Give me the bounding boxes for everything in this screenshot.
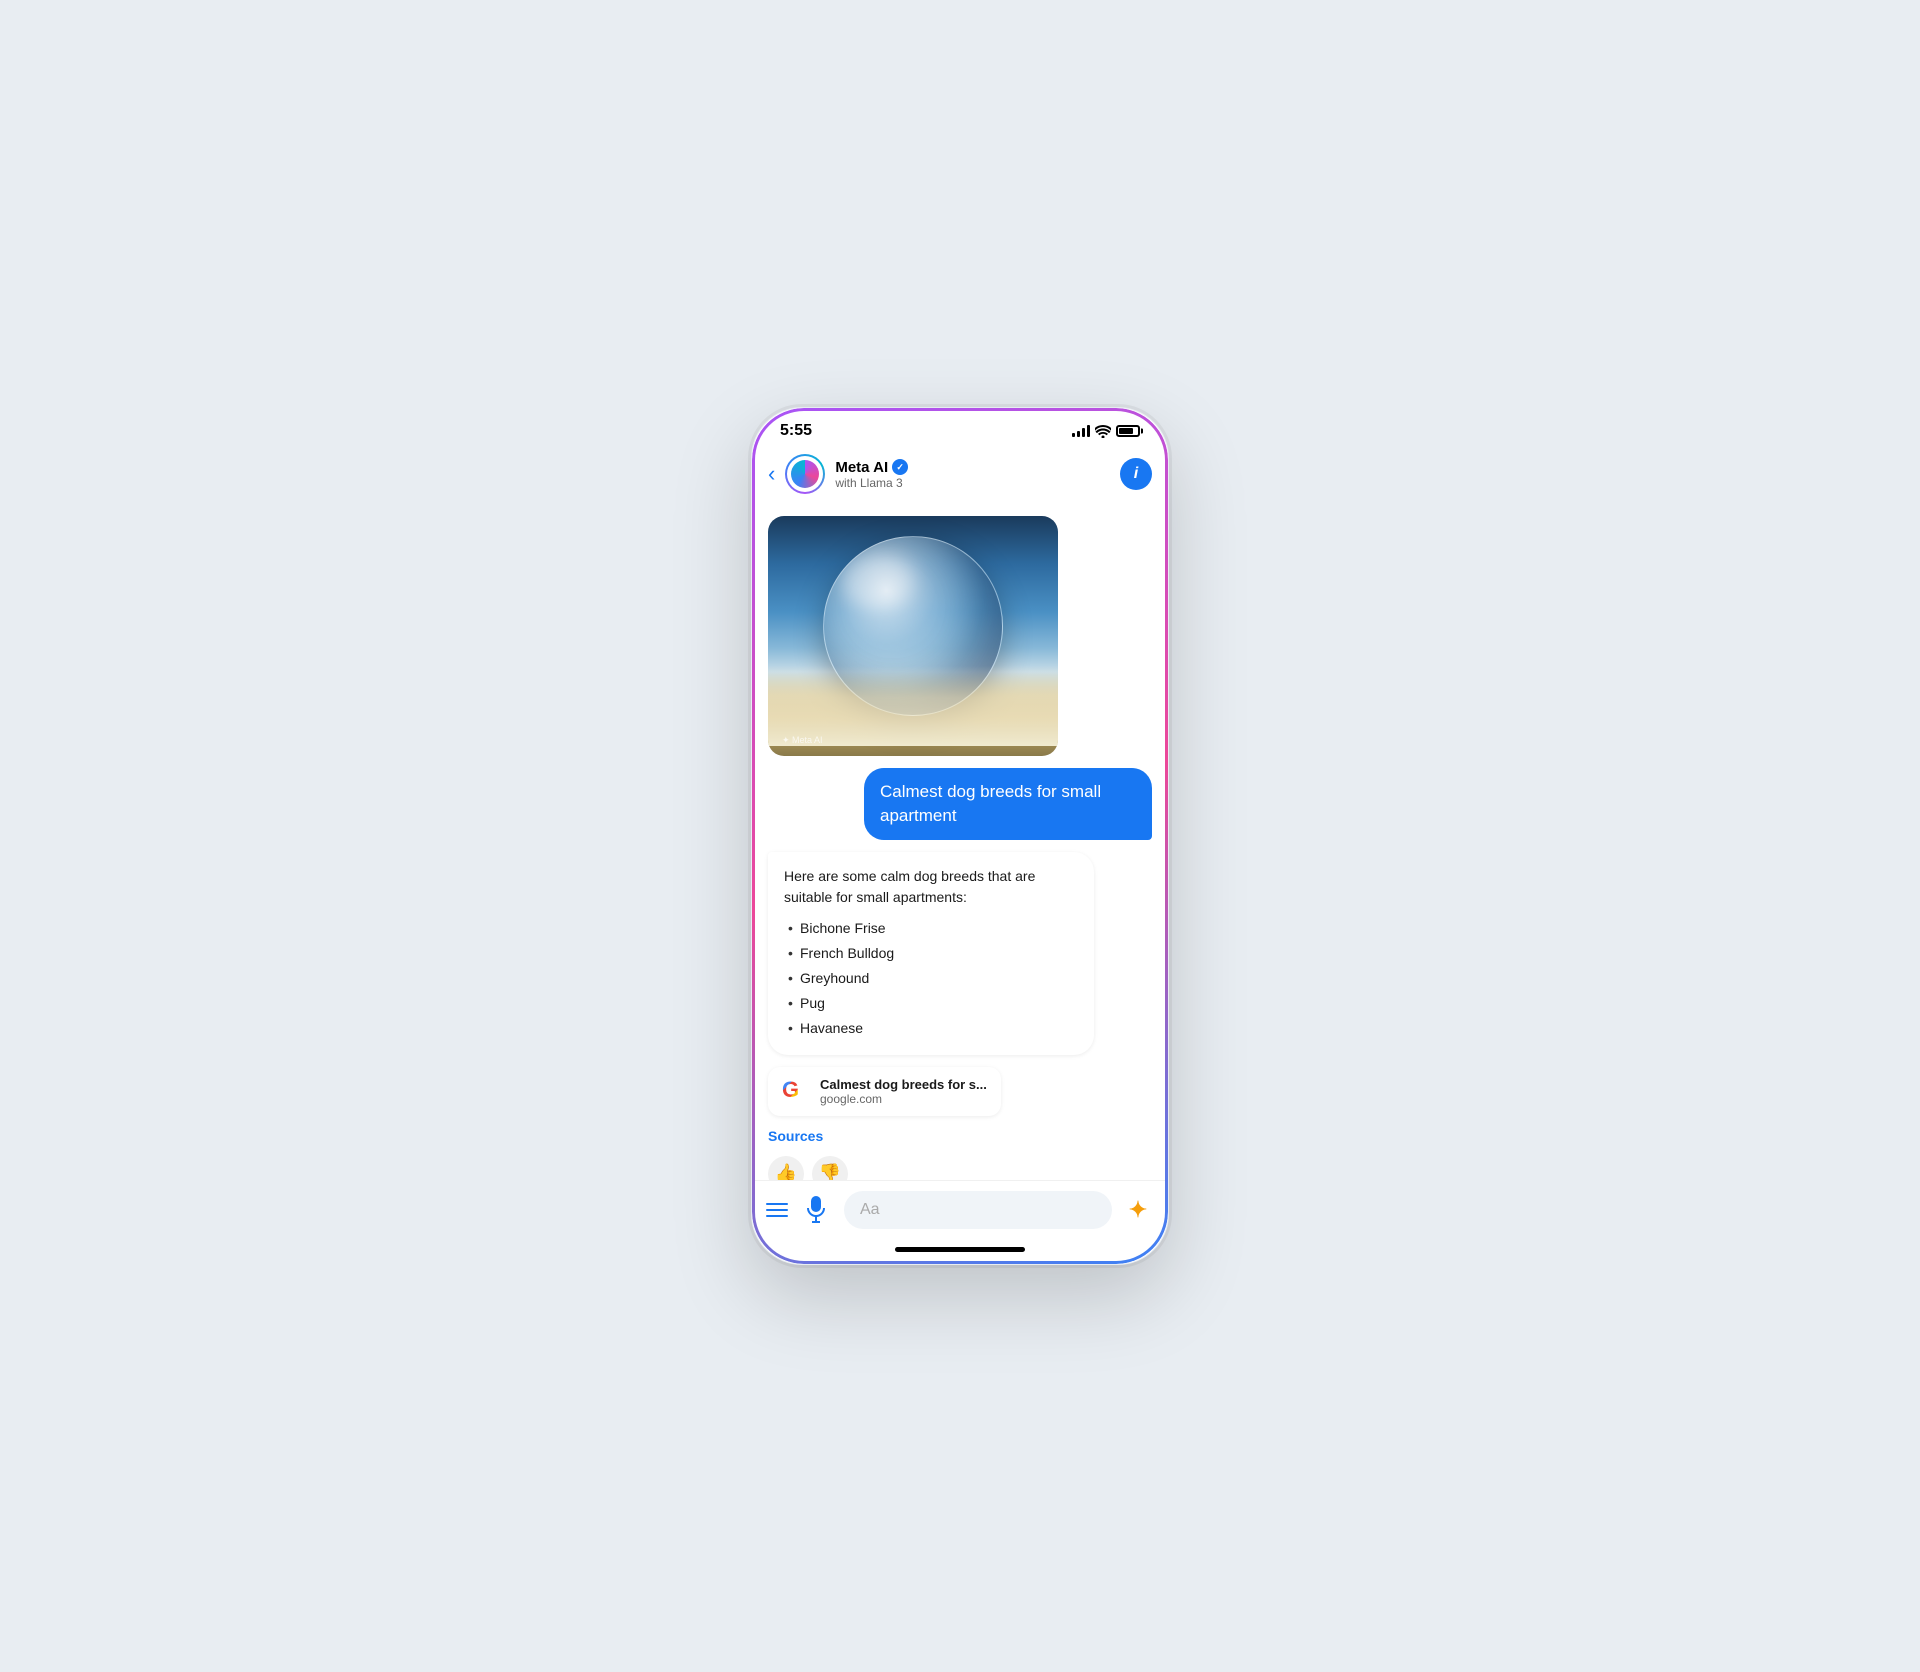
status-time: 5:55	[780, 422, 812, 440]
phone-wrapper: 5:55	[750, 406, 1170, 1266]
thumbs-up-button[interactable]: 👍	[768, 1156, 804, 1180]
chat-area: ✦ Meta AI Calmest dog breeds for small a…	[752, 506, 1168, 1180]
thumbs-down-button[interactable]: 👎	[812, 1156, 848, 1180]
list-item: Greyhound	[784, 966, 1078, 991]
google-logo: G	[782, 1077, 810, 1105]
mic-icon	[806, 1196, 826, 1224]
cloud-layer	[768, 666, 1058, 746]
input-placeholder: Aa	[860, 1201, 880, 1219]
image-watermark: ✦ Meta AI	[782, 735, 823, 746]
source-card[interactable]: G Calmest dog breeds for s... google.com	[768, 1067, 1001, 1116]
source-url: google.com	[820, 1092, 987, 1106]
breeds-list: Bichone Frise French Bulldog Greyhound P…	[784, 916, 1078, 1041]
feedback-row: 👍 👎	[768, 1156, 848, 1180]
battery-icon	[1116, 425, 1140, 437]
user-message-bubble: Calmest dog breeds for small apartment	[864, 768, 1152, 840]
ai-name: Meta AI ✓	[835, 459, 908, 476]
header-info: Meta AI ✓ with Llama 3	[835, 459, 908, 490]
home-bar	[895, 1247, 1025, 1252]
ai-response-intro: Here are some calm dog breeds that are s…	[784, 866, 1078, 908]
input-bar: Aa ✦	[752, 1180, 1168, 1239]
list-item: Bichone Frise	[784, 916, 1078, 941]
ai-response-bubble: Here are some calm dog breeds that are s…	[768, 852, 1094, 1055]
source-info: Calmest dog breeds for s... google.com	[820, 1077, 987, 1106]
wifi-icon	[1095, 425, 1111, 437]
home-indicator	[752, 1239, 1168, 1264]
list-item: Pug	[784, 991, 1078, 1016]
phone-screen: 5:55	[752, 408, 1168, 1264]
status-icons	[1072, 425, 1140, 437]
source-title: Calmest dog breeds for s...	[820, 1077, 987, 1092]
status-bar: 5:55	[752, 408, 1168, 446]
sparkle-button[interactable]: ✦	[1122, 1194, 1154, 1226]
ai-avatar	[785, 454, 825, 494]
list-item: French Bulldog	[784, 941, 1078, 966]
info-button[interactable]: i	[1120, 458, 1152, 490]
ai-subtitle: with Llama 3	[835, 476, 908, 490]
chat-header: ‹ Meta AI ✓ with Llama 3 i	[752, 446, 1168, 506]
verified-badge: ✓	[892, 459, 908, 475]
menu-button[interactable]	[766, 1203, 788, 1217]
sources-link[interactable]: Sources	[768, 1128, 823, 1144]
text-input[interactable]: Aa	[844, 1191, 1112, 1229]
back-button[interactable]: ‹	[768, 461, 775, 487]
signal-icon	[1072, 425, 1090, 437]
mic-button[interactable]	[798, 1192, 834, 1228]
phone-frame: 5:55	[750, 406, 1170, 1266]
ai-generated-image: ✦ Meta AI	[768, 516, 1058, 756]
list-item: Havanese	[784, 1016, 1078, 1041]
